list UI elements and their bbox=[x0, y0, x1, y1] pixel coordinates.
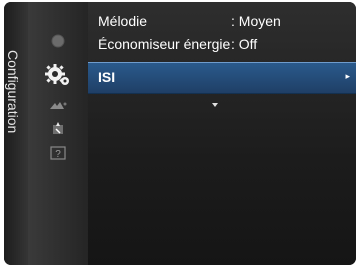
channel-icon[interactable] bbox=[28, 120, 88, 138]
menu-content: Mélodie : Moyen Économiseur énergie : Of… bbox=[88, 2, 356, 265]
tv-menu-window: Configuration ? Mélodie: Moyen Économis… bbox=[4, 2, 356, 265]
category-icon-column: ? ◂ bbox=[28, 2, 112, 265]
right-arrow-icon: ▸ bbox=[345, 71, 350, 81]
menu-row-melodie[interactable]: Mélodie : Moyen bbox=[88, 10, 356, 32]
menu-row-label: Économiseur énergie bbox=[98, 36, 231, 52]
menu-row-label: ISI bbox=[98, 69, 116, 85]
settings-gear-icon[interactable] bbox=[28, 60, 88, 90]
menu-row-label: Mélodie bbox=[98, 13, 148, 29]
scroll-up-indicator bbox=[212, 58, 218, 71]
menu-row-isi-selected[interactable]: ISI ▸ bbox=[88, 62, 356, 94]
scroll-down-indicator bbox=[212, 94, 218, 107]
menu-row-economiseur-energie[interactable]: Économiseur énergie : Off bbox=[88, 33, 356, 55]
picture-icon[interactable] bbox=[28, 30, 88, 52]
sidebar-title: Configuration bbox=[5, 50, 21, 134]
menu-row-value: : Off bbox=[231, 36, 258, 52]
support-icon[interactable]: ? bbox=[28, 144, 88, 162]
input-icon[interactable] bbox=[28, 98, 88, 114]
svg-text:?: ? bbox=[55, 149, 61, 160]
sidebar-title-strip: Configuration bbox=[4, 2, 28, 265]
menu-row-value: : Moyen bbox=[231, 13, 281, 29]
